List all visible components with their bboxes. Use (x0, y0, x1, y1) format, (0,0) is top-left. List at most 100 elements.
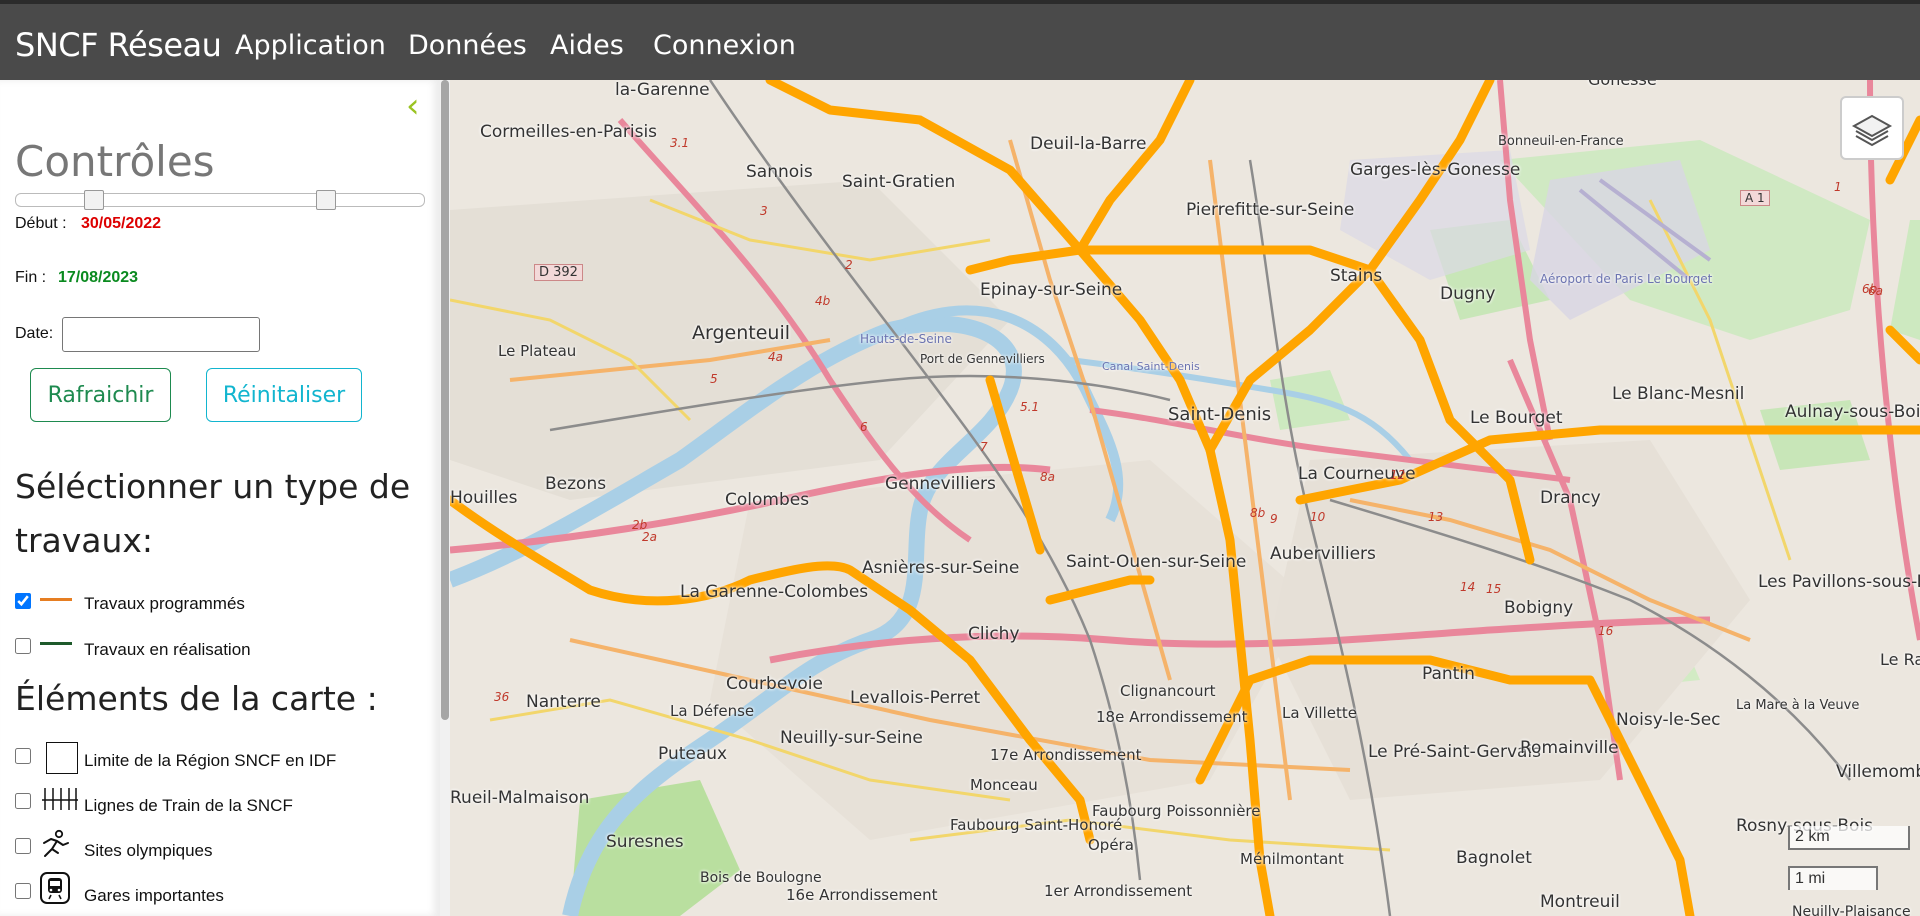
road-number-label: 12 (1390, 468, 1406, 482)
works-type-title: Séléctionner un type de travaux: (15, 467, 411, 560)
map-label: Romainville (1520, 738, 1619, 758)
road-number-label: 2b (632, 518, 648, 532)
map-label: Le Raincy (1880, 650, 1920, 669)
label-region-limit: Limite de la Région SNCF en IDF (84, 751, 337, 770)
map-label: Le Bourget (1470, 408, 1563, 428)
date-label: Date: (15, 325, 54, 342)
map-label: Hauts-de-Seine (860, 332, 952, 346)
map-label: Les Pavillons-sous-Bois (1758, 572, 1920, 592)
map-label: 18e Arrondissement (1096, 708, 1248, 726)
checkbox-travaux-programmes[interactable] (15, 593, 31, 609)
map-label: Neuilly-sur-Seine (780, 728, 923, 748)
road-number-label: 7 (980, 440, 988, 454)
date-input[interactable] (62, 317, 260, 352)
map-label: 1er Arrondissement (1044, 882, 1193, 900)
road-number-label: 4b (815, 294, 831, 308)
map-label: Noisy-le-Sec (1616, 710, 1721, 730)
map-base-layer (450, 80, 1920, 916)
end-date-label: Fin : (15, 269, 47, 286)
legend-line-programmes-icon (40, 598, 72, 601)
map-label: Faubourg Saint-Honoré (950, 816, 1123, 834)
date-range-slider[interactable] (15, 193, 425, 207)
map-label: Montreuil (1540, 892, 1620, 912)
map-elements-title: Éléments de la carte : (15, 679, 378, 718)
railway-lines-icon (42, 788, 78, 810)
navbar: SNCF Réseau Application Données Aides Co… (0, 4, 1920, 80)
map-label: Colombes (725, 490, 810, 510)
map-label: Saint-Gratien (842, 172, 956, 192)
map-label: Nanterre (526, 692, 601, 712)
scrollbar-thumb[interactable] (441, 80, 449, 720)
map-label: La Garenne-Colombes (680, 582, 869, 602)
map-label: Suresnes (606, 832, 684, 852)
checkbox-region-limit[interactable] (15, 748, 31, 764)
end-date-value: 17/08/2023 (58, 269, 139, 286)
slider-end-handle[interactable] (316, 190, 337, 210)
scale-km: 2 km (1788, 826, 1910, 850)
label-travaux-realisation: Travaux en réalisation (84, 640, 251, 659)
road-number-label: 13 (1428, 510, 1444, 524)
nav-application[interactable]: Application (235, 30, 386, 61)
nav-donnees[interactable]: Données (408, 30, 527, 61)
map-label: Opéra (1088, 836, 1134, 854)
layers-control-button[interactable] (1840, 96, 1904, 160)
nav-connexion[interactable]: Connexion (653, 30, 796, 61)
road-number-label: 2a (642, 530, 657, 544)
road-number-label: 1 (1834, 180, 1842, 194)
map-label: Epinay-sur-Seine (980, 280, 1123, 300)
road-number-label: 8a (1040, 470, 1055, 484)
map-label: Villemomble (1836, 762, 1920, 782)
sidebar-scrollbar[interactable] (440, 80, 450, 916)
road-number-label: 16 (1598, 624, 1614, 638)
map-label: Gennevilliers (885, 474, 996, 494)
map-label: Cormeilles-en-Parisis (480, 122, 658, 142)
map-label: Gonesse (1588, 80, 1657, 89)
road-number-label: 2 (845, 258, 853, 272)
map-label: Pierrefitte-sur-Seine (1186, 200, 1355, 220)
olympic-runner-icon (43, 829, 69, 857)
sidebar-controls: ‹ Contrôles Début : 30/05/2022 Fin : 17/… (0, 80, 440, 916)
map-label: Monceau (970, 776, 1038, 794)
map-label: Deuil-la-Barre (1030, 134, 1147, 154)
road-number-label: 10 (1310, 510, 1326, 524)
map-label: Ménilmontant (1240, 850, 1344, 868)
road-number-label: 3.1 (670, 136, 690, 150)
map-label: Neuilly-Plaisance (1792, 904, 1911, 916)
controls-title: Contrôles (15, 137, 215, 186)
map-label: Le Plateau (498, 342, 577, 360)
refresh-button[interactable]: Rafraichir (30, 368, 171, 422)
nav-aides[interactable]: Aides (550, 30, 624, 61)
map-label: La Défense (670, 702, 755, 720)
map-label: Saint-Denis (1168, 404, 1272, 425)
scale-mi: 1 mi (1788, 866, 1878, 890)
slider-start-handle[interactable] (83, 190, 104, 210)
map-label: Clichy (968, 624, 1020, 644)
checkbox-olympic-sites[interactable] (15, 838, 31, 854)
checkbox-train-lines[interactable] (15, 793, 31, 809)
map-label: La Villette (1282, 704, 1357, 722)
train-station-icon (40, 872, 70, 904)
map-label: Bobigny (1504, 598, 1574, 618)
label-major-stations: Gares importantes (84, 886, 224, 905)
map-label: A 1 (1740, 190, 1770, 206)
map-view[interactable]: la-Garenne Cormeilles-en-Parisis Sannois Sa… (450, 80, 1920, 916)
checkbox-travaux-realisation[interactable] (15, 638, 31, 654)
road-number-label: 9 (1270, 512, 1278, 526)
label-train-lines: Lignes de Train de la SNCF (84, 796, 293, 815)
map-label: la-Garenne (615, 80, 710, 100)
road-number-label: 5.1 (1020, 400, 1040, 414)
reset-button[interactable]: Réinitaliser (206, 368, 362, 422)
checkbox-major-stations[interactable] (15, 883, 31, 899)
map-label: Bezons (545, 474, 607, 494)
map-label: Dugny (1440, 284, 1496, 304)
map-label: Puteaux (658, 744, 728, 764)
map-label: Bois de Boulogne (700, 870, 822, 886)
chevron-left-icon[interactable]: ‹ (406, 86, 420, 126)
brand-logo-text[interactable]: SNCF Réseau (15, 26, 222, 64)
layers-icon (1851, 114, 1893, 147)
map-label: Houilles (450, 488, 518, 508)
map-label: Clignancourt (1120, 682, 1216, 700)
map-label: Rueil-Malmaison (450, 788, 590, 808)
road-number-label: 6 (860, 420, 868, 434)
legend-line-realisation-icon (40, 642, 72, 645)
